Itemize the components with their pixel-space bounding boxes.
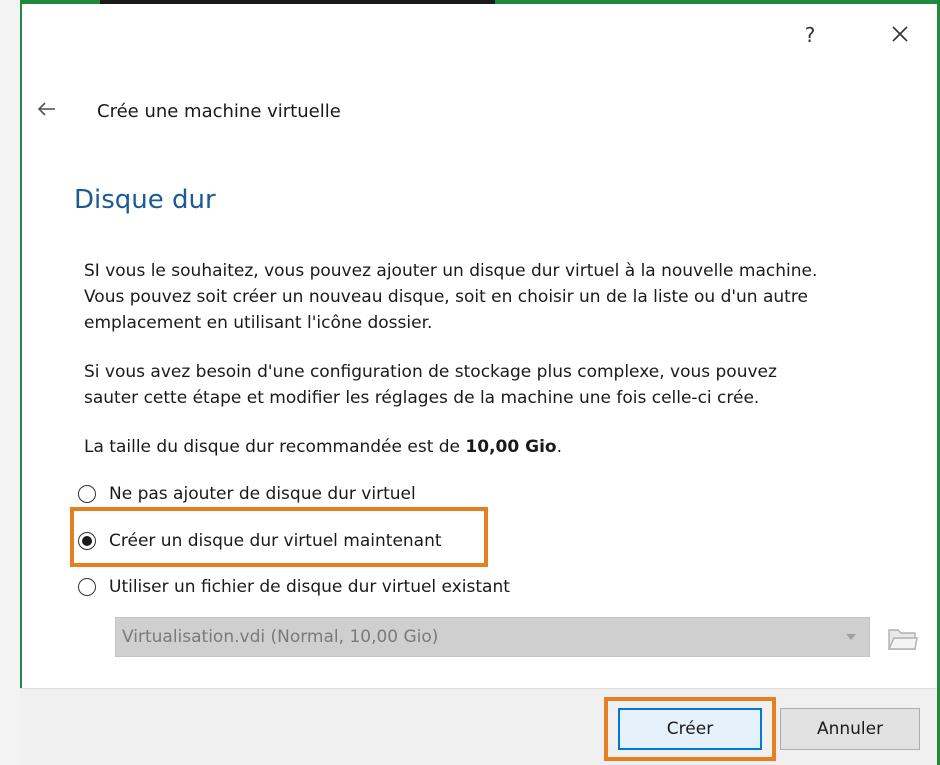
create-button[interactable]: Créer — [618, 708, 762, 750]
close-button[interactable] — [886, 20, 914, 48]
option-label: Ne pas ajouter de disque dur virtuel — [109, 484, 416, 504]
page-title: Disque dur — [74, 185, 216, 215]
option-no-disk[interactable]: Ne pas ajouter de disque dur virtuel — [78, 479, 416, 509]
choose-disk-file-button[interactable] — [884, 620, 920, 656]
back-button[interactable] — [36, 98, 60, 122]
intro-line-1: SI vous le souhaitez, vous pouvez ajoute… — [84, 261, 818, 281]
option-label: Utiliser un fichier de disque dur virtue… — [109, 577, 510, 597]
recommended-size-suffix: . — [556, 437, 562, 457]
wizard-title: Crée une machine virtuelle — [97, 101, 341, 122]
recommended-size-prefix: La taille du disque dur recommandée est … — [84, 437, 466, 457]
help-button[interactable]: ? — [796, 22, 824, 48]
background-window-edge — [0, 0, 22, 765]
intro-line-2: Vous pouvez soit créer un nouveau disque… — [84, 287, 808, 307]
advanced-line-2: sauter cette étape et modifier les régla… — [84, 388, 760, 408]
window-border-dark-segment — [100, 0, 495, 4]
recommended-size-text: La taille du disque dur recommandée est … — [84, 434, 914, 460]
radio-button-selected[interactable] — [78, 532, 96, 550]
radio-button[interactable] — [78, 485, 96, 503]
chevron-down-icon — [843, 629, 859, 645]
radio-dot — [82, 536, 92, 546]
option-create-disk[interactable]: Créer un disque dur virtuel maintenant — [78, 526, 442, 556]
disk-select-value: Virtualisation.vdi (Normal, 10,00 Gio) — [122, 627, 439, 647]
existing-disk-select[interactable]: Virtualisation.vdi (Normal, 10,00 Gio) — [115, 617, 870, 657]
option-existing-disk[interactable]: Utiliser un fichier de disque dur virtue… — [78, 572, 510, 602]
recommended-size-value: 10,00 Gio — [465, 437, 557, 457]
radio-button[interactable] — [78, 578, 96, 596]
intro-line-3: emplacement en utilisant l'icône dossier… — [84, 313, 433, 333]
advanced-line-1: Si vous avez besoin d'une configuration … — [84, 362, 777, 382]
advanced-paragraph: Si vous avez besoin d'une configuration … — [84, 359, 914, 411]
cancel-button[interactable]: Annuler — [780, 708, 920, 750]
intro-paragraph: SI vous le souhaitez, vous pouvez ajoute… — [84, 258, 914, 336]
option-label: Créer un disque dur virtuel maintenant — [109, 531, 442, 551]
dialog-window: ? Crée une machine virtuelle Disque dur … — [0, 0, 940, 765]
close-icon — [892, 26, 908, 42]
folder-icon — [887, 629, 918, 650]
back-arrow-icon — [37, 102, 55, 116]
